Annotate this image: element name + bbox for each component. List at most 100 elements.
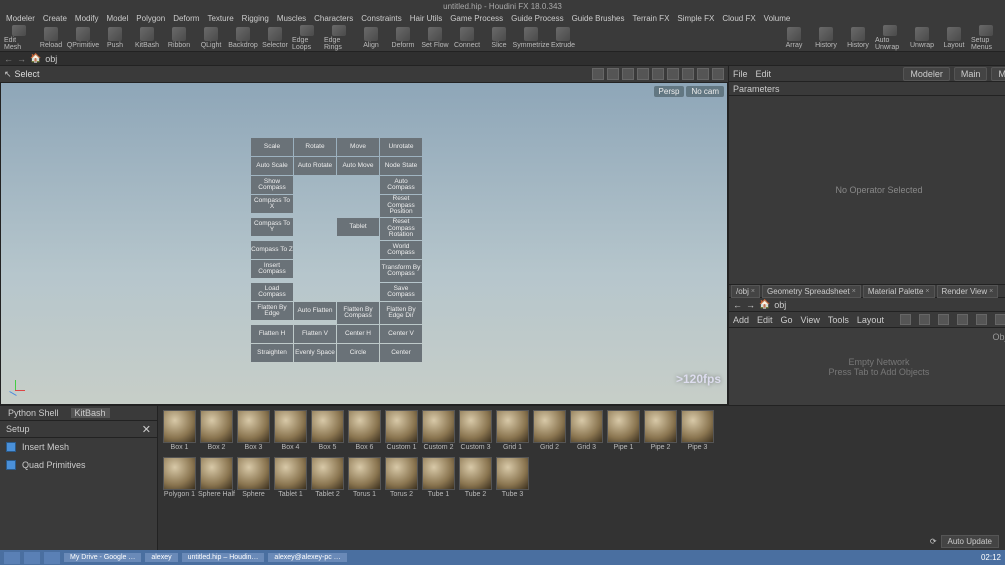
- shelf-button[interactable]: Symmetrize: [516, 25, 546, 51]
- compass-item[interactable]: Compass To Y: [251, 218, 293, 236]
- menu-item[interactable]: Rigging: [242, 14, 269, 23]
- menu-item[interactable]: Characters: [314, 14, 353, 23]
- thumbnail-item[interactable]: Torus 1: [347, 457, 382, 498]
- compass-item[interactable]: Transform By Compass: [380, 260, 422, 282]
- taskbar-item[interactable]: My Drive - Google …: [64, 553, 141, 562]
- compass-item[interactable]: Reset Compass Rotation: [380, 218, 422, 240]
- thumbnail-item[interactable]: Tube 3: [495, 457, 530, 498]
- nav-back-icon[interactable]: ←: [733, 300, 742, 310]
- close-icon[interactable]: ×: [852, 288, 856, 295]
- compass-item[interactable]: Reset Compass Position: [380, 195, 422, 217]
- edit-menu[interactable]: Edit: [756, 69, 772, 79]
- net-view-icon[interactable]: [976, 314, 987, 325]
- task-icon[interactable]: [44, 552, 60, 564]
- compass-item[interactable]: Auto Flatten: [294, 302, 336, 320]
- thumbnail-item[interactable]: Box 3: [236, 410, 271, 451]
- camera-persp-button[interactable]: Persp: [654, 86, 685, 97]
- menu-item[interactable]: Guide Process: [511, 14, 563, 23]
- shelf-button[interactable]: Edge Rings: [324, 25, 354, 51]
- shelf-button[interactable]: Push: [100, 25, 130, 51]
- net-menu-go[interactable]: Go: [781, 315, 793, 325]
- sidebar-item-quad-primitives[interactable]: Quad Primitives: [0, 456, 157, 474]
- tab-material-palette[interactable]: Material Palette×: [863, 285, 935, 298]
- tab-kitbash[interactable]: KitBash: [71, 408, 110, 418]
- shelf-button[interactable]: Ribbon: [164, 25, 194, 51]
- display-toggle-icon[interactable]: [667, 68, 679, 80]
- tab-geo-spreadsheet[interactable]: Geometry Spreadsheet×: [762, 285, 861, 298]
- display-toggle-icon[interactable]: [607, 68, 619, 80]
- shelf-button[interactable]: Layout: [939, 25, 969, 51]
- close-icon[interactable]: ×: [925, 288, 929, 295]
- compass-item[interactable]: Center V: [380, 325, 422, 343]
- menu-item[interactable]: Volume: [764, 14, 791, 23]
- shelf-button[interactable]: QPrimitive: [68, 25, 98, 51]
- shelf-button[interactable]: KitBash: [132, 25, 162, 51]
- menu-item[interactable]: Game Process: [450, 14, 503, 23]
- display-toggle-icon[interactable]: [652, 68, 664, 80]
- menu-item[interactable]: Modeler: [6, 14, 35, 23]
- tab-obj[interactable]: /obj×: [731, 285, 760, 298]
- close-icon[interactable]: ×: [751, 288, 755, 295]
- shelf-button[interactable]: History: [843, 25, 873, 51]
- tab-render-view[interactable]: Render View×: [937, 285, 999, 298]
- menu-item[interactable]: Polygon: [136, 14, 165, 23]
- menu-item[interactable]: Simple FX: [677, 14, 714, 23]
- thumbnail-item[interactable]: Grid 3: [569, 410, 604, 451]
- auto-update-dropdown[interactable]: Auto Update: [941, 535, 999, 548]
- thumbnail-item[interactable]: Box 5: [310, 410, 345, 451]
- compass-item[interactable]: Tablet: [337, 218, 379, 236]
- compass-item[interactable]: Circle: [337, 344, 379, 362]
- display-toggle-icon[interactable]: [712, 68, 724, 80]
- taskbar-item[interactable]: untitled.hip – Houdin…: [182, 553, 265, 562]
- thumbnail-item[interactable]: Torus 2: [384, 457, 419, 498]
- compass-item[interactable]: World Compass: [380, 241, 422, 259]
- compass-item[interactable]: Load Compass: [251, 283, 293, 301]
- compass-item[interactable]: Auto Rotate: [294, 157, 336, 175]
- net-view-icon[interactable]: [995, 314, 1005, 325]
- taskbar-item[interactable]: alexey: [145, 553, 177, 562]
- menu-item[interactable]: Guide Brushes: [572, 14, 625, 23]
- compass-item[interactable]: Scale: [251, 138, 293, 156]
- setup-label[interactable]: Setup: [6, 424, 30, 434]
- menu-item[interactable]: Modify: [75, 14, 99, 23]
- thumbnail-item[interactable]: Grid 2: [532, 410, 567, 451]
- network-path-text[interactable]: obj: [774, 300, 786, 310]
- compass-item[interactable]: Flatten By Compass: [337, 302, 379, 324]
- compass-item[interactable]: Auto Compass: [380, 176, 422, 194]
- compass-item[interactable]: Rotate: [294, 138, 336, 156]
- path-home-icon[interactable]: 🏠: [759, 299, 770, 310]
- menu-item[interactable]: Texture: [207, 14, 233, 23]
- path-text[interactable]: obj: [45, 54, 57, 64]
- net-menu-edit[interactable]: Edit: [757, 315, 773, 325]
- compass-item[interactable]: Flatten H: [251, 325, 293, 343]
- network-view[interactable]: Objects Empty Network Press Tab to Add O…: [729, 328, 1005, 405]
- shelf-button[interactable]: Auto Unwrap: [875, 25, 905, 51]
- shelf-button[interactable]: Extrude: [548, 25, 578, 51]
- thumbnail-item[interactable]: Pipe 1: [606, 410, 641, 451]
- shelf-button[interactable]: Connect: [452, 25, 482, 51]
- compass-item[interactable]: Compass To X: [251, 195, 293, 213]
- compass-item[interactable]: Show Compass: [251, 176, 293, 194]
- net-menu-layout[interactable]: Layout: [857, 315, 884, 325]
- close-icon[interactable]: ×: [989, 288, 993, 295]
- main-dropdown[interactable]: Main: [991, 67, 1005, 81]
- display-toggle-icon[interactable]: [592, 68, 604, 80]
- compass-item[interactable]: Auto Move: [337, 157, 379, 175]
- net-view-icon[interactable]: [919, 314, 930, 325]
- compass-item[interactable]: Node State: [380, 157, 422, 175]
- thumbnail-item[interactable]: Pipe 3: [680, 410, 715, 451]
- shelf-button[interactable]: Reload: [36, 25, 66, 51]
- shelf-button[interactable]: Deform: [388, 25, 418, 51]
- sidebar-item-insert-mesh[interactable]: Insert Mesh: [0, 438, 157, 456]
- compass-item[interactable]: Move: [337, 138, 379, 156]
- thumbnail-item[interactable]: Sphere Half: [199, 457, 234, 498]
- display-toggle-icon[interactable]: [637, 68, 649, 80]
- compass-item[interactable]: Flatten By Edge: [251, 302, 293, 320]
- shelf-button[interactable]: Backdrop: [228, 25, 258, 51]
- path-home-icon[interactable]: 🏠: [30, 53, 41, 64]
- thumbnail-item[interactable]: Custom 3: [458, 410, 493, 451]
- thumbnail-item[interactable]: Tablet 1: [273, 457, 308, 498]
- menu-item[interactable]: Muscles: [277, 14, 306, 23]
- taskbar-item[interactable]: alexey@alexey-pc …: [268, 553, 346, 562]
- menu-item[interactable]: Hair Utils: [410, 14, 442, 23]
